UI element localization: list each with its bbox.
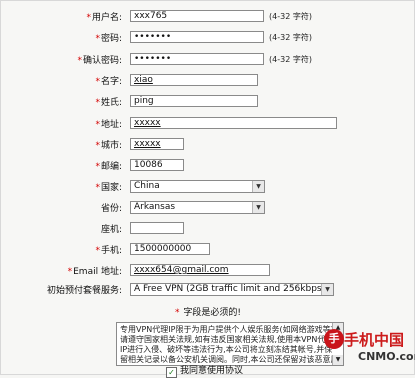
zip-label: *邮编: (95, 162, 122, 172)
plan-row: 初始预付套餐服务: A Free VPN (2GB traffic limit … (1, 283, 415, 301)
watermark-cn: 手机中国 (344, 331, 405, 349)
mobile-row: *手机: 1500000000 (1, 243, 415, 261)
province-row: 省份: Arkansas ▼ (1, 201, 415, 219)
plan-label: 初始预付套餐服务: (46, 286, 122, 296)
phone-label: 座机: (100, 225, 122, 235)
first-name-input[interactable]: xiao (130, 74, 258, 86)
terms-text: 专用VPN代理IP限于为用户提供个人娱乐服务(如网络游戏等),请遵守国家相关法规… (120, 325, 339, 364)
address-input[interactable]: xxxxx (130, 117, 337, 129)
first-name-row: *名字: xiao (1, 74, 415, 92)
email-input[interactable]: xxxx654@gmail.com (130, 264, 270, 276)
country-row: *国家: China ▼ (1, 180, 415, 198)
password-row: *密码: ••••••• (4-32 字符) (1, 31, 415, 49)
country-select[interactable]: China ▼ (130, 180, 265, 193)
province-label: 省份: (100, 204, 122, 214)
zip-row: *邮编: 10086 (1, 159, 415, 177)
required-note: * 字段是必须的! (175, 308, 241, 318)
username-label: *用户名: (86, 13, 122, 23)
chevron-down-icon[interactable]: ▼ (252, 202, 264, 213)
zip-input[interactable]: 10086 (130, 159, 184, 171)
username-row: *用户名: xxx765 (4-32 字符) (1, 10, 415, 28)
registration-form: *用户名: xxx765 (4-32 字符) *密码: ••••••• (4-3… (0, 0, 415, 375)
province-select[interactable]: Arkansas ▼ (130, 201, 265, 214)
last-name-label: *姓氏: (95, 98, 122, 108)
email-label: *Email 地址: (67, 267, 122, 277)
city-row: *城市: xxxxx (1, 138, 415, 156)
mobile-label: *手机: (95, 246, 122, 256)
password-input[interactable]: ••••••• (130, 31, 264, 43)
watermark-en: CNMO.com (358, 350, 415, 363)
username-input[interactable]: xxx765 (130, 10, 264, 22)
first-name-label: *名字: (95, 77, 122, 87)
password-label: *密码: (95, 34, 122, 44)
password-hint: (4-32 字符) (269, 33, 312, 42)
confirm-password-row: *确认密码: ••••••• (4-32 字符) (1, 53, 415, 71)
address-label: *地址: (95, 120, 122, 130)
city-input[interactable]: xxxxx (130, 138, 184, 150)
cnmo-watermark: 手 手机中国 CNMO.com (324, 326, 415, 374)
agree-row: ✓ 我同意使用协议 (166, 363, 243, 378)
chevron-down-icon[interactable]: ▼ (252, 181, 264, 192)
email-row: *Email 地址: xxxx654@gmail.com (1, 264, 415, 282)
agree-checkbox[interactable]: ✓ (166, 367, 177, 378)
confirm-password-hint: (4-32 字符) (269, 55, 312, 64)
terms-textarea[interactable]: 专用VPN代理IP限于为用户提供个人娱乐服务(如网络游戏等),请遵守国家相关法规… (116, 322, 344, 366)
phone-input[interactable] (130, 222, 184, 234)
username-hint: (4-32 字符) (269, 12, 312, 21)
confirm-password-input[interactable]: ••••••• (130, 53, 264, 65)
confirm-password-label: *确认密码: (77, 56, 122, 66)
cnmo-logo-icon: 手 (324, 329, 344, 349)
phone-row: 座机: (1, 222, 415, 240)
mobile-input[interactable]: 1500000000 (130, 243, 210, 255)
last-name-input[interactable]: ping (130, 95, 258, 107)
city-label: *城市: (95, 141, 122, 151)
address-row: *地址: xxxxx (1, 117, 415, 135)
last-name-row: *姓氏: ping (1, 95, 415, 113)
plan-select[interactable]: A Free VPN (2GB traffic limit and 256kbp… (130, 283, 334, 296)
country-label: *国家: (95, 183, 122, 193)
chevron-down-icon[interactable]: ▼ (321, 284, 333, 295)
